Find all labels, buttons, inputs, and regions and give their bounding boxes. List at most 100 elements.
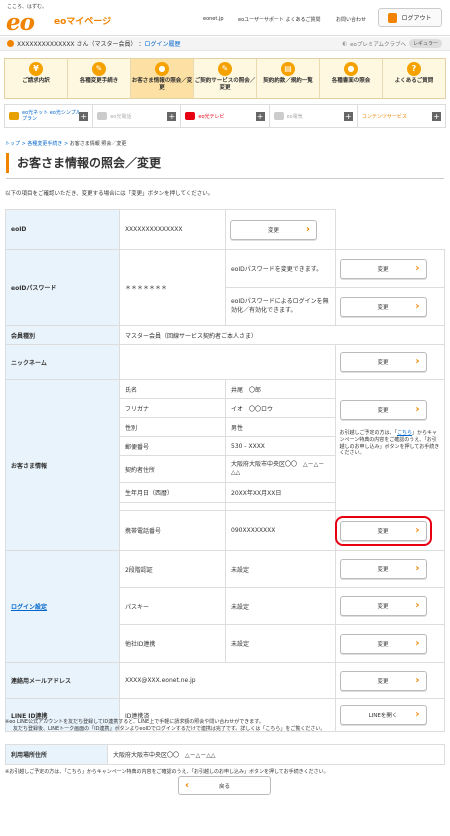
field-label: 他社ID連携 bbox=[118, 624, 227, 663]
expand-icon[interactable]: + bbox=[167, 112, 177, 121]
chevron-right-icon: › bbox=[415, 674, 420, 686]
row-label: eoID bbox=[5, 209, 120, 250]
menu-change-procedures[interactable]: ✎ 各種変更手続き bbox=[68, 59, 131, 98]
bottom-note: ※お引越しご予定の方は、「こちら」からキャンペーン特典の内容をご確認のうえ、「お… bbox=[5, 769, 329, 775]
change-password-button[interactable]: 変更 › bbox=[339, 258, 427, 279]
chevron-right-icon: › bbox=[415, 356, 420, 367]
back-label: 戻る bbox=[218, 783, 230, 790]
file-icon: ● bbox=[344, 62, 358, 76]
row-value: マスター会員（回線サービス契約者ご本人さま） bbox=[118, 325, 446, 345]
field-value: 井尾 〇郎 bbox=[225, 379, 336, 399]
moving-campaign-link[interactable]: こちら bbox=[397, 430, 412, 436]
member-level-badge: レギュラー bbox=[408, 39, 442, 48]
row-customer-name: お客さま情報 氏名 井尾 〇郎 変更 › お引越しご予定の方は、「こちら」からキャ… bbox=[5, 379, 446, 551]
service-eo-tv[interactable]: eo光テレビ + bbox=[181, 105, 270, 127]
service-label: eo光ネット eo光シンプルプラン bbox=[22, 110, 81, 122]
row-value: 大阪府大阪市中央区〇〇 △－△－△△ bbox=[107, 744, 445, 765]
lock-icon bbox=[388, 12, 398, 23]
chevron-right-icon: › bbox=[415, 404, 420, 415]
service-icon bbox=[185, 112, 196, 120]
button-label: 変更 bbox=[377, 567, 389, 573]
menu-customer-info[interactable]: ● お客さま情報の照会／変更 bbox=[131, 59, 194, 98]
menu-terms[interactable]: ▤ 契約約款／規約一覧 bbox=[257, 59, 320, 98]
field-value: 20XX年XX月XX日 bbox=[225, 482, 336, 503]
document-icon: ▤ bbox=[281, 62, 295, 76]
menu-billing[interactable]: ¥ ご請求内訳 bbox=[5, 59, 68, 98]
breadcrumb-top[interactable]: トップ bbox=[5, 141, 20, 147]
user-bar: XXXXXXXXXXXXXX さん（マスター会員） ： ログイン履歴 ◐ eoプ… bbox=[0, 37, 450, 51]
menu-label: お客さま情報の照会／変更 bbox=[131, 78, 193, 91]
breadcrumb-current: お客さま情報 照会／変更 bbox=[69, 141, 127, 147]
button-label: 変更 bbox=[377, 266, 389, 273]
chevron-right-icon: › bbox=[415, 637, 420, 649]
premium-club[interactable]: ◐ eoプレミアムクラブへ レギュラー bbox=[342, 39, 442, 48]
premium-link[interactable]: eoプレミアムクラブへ bbox=[350, 40, 406, 48]
menu-documents[interactable]: ● 各種書面の照会 bbox=[320, 59, 383, 98]
change-2fa-button[interactable]: 変更 › bbox=[339, 559, 427, 579]
row-nickname: ニックネーム 変更 › bbox=[5, 344, 446, 380]
service-icon bbox=[273, 112, 284, 120]
user-icon bbox=[7, 40, 14, 47]
customer-info-table: eoID XXXXXXXXXXXXXX 変更 › eoIDパスワード ＊＊＊＊＊＊… bbox=[5, 209, 446, 732]
service-eo-net[interactable]: eo光ネット eo光シンプルプラン + bbox=[5, 105, 94, 127]
back-button[interactable]: ‹ 戻る bbox=[178, 776, 271, 795]
expand-icon[interactable]: + bbox=[432, 112, 442, 121]
change-customer-info-button[interactable]: 変更 › bbox=[339, 400, 427, 420]
row-2fa: ログイン設定 2段階認証 未設定 変更 › bbox=[5, 550, 446, 663]
breadcrumb: トップ > 各種変更手続き > お客さま情報 照会／変更 bbox=[5, 141, 127, 147]
service-label: コンテンツサービス bbox=[361, 113, 407, 120]
expand-icon[interactable]: + bbox=[79, 112, 89, 121]
menu-label: 各種変更手続き bbox=[79, 78, 119, 84]
note-text: お引越しご予定の方は、「 bbox=[339, 430, 398, 436]
row-label: 連絡用メールアドレス bbox=[5, 662, 120, 699]
row-label: 会員種別 bbox=[5, 325, 120, 345]
change-eoid-button[interactable]: 変更 › bbox=[230, 219, 318, 240]
logout-button[interactable]: ログアウト bbox=[378, 8, 442, 27]
chevron-right-icon: › bbox=[415, 262, 420, 274]
login-settings-link[interactable]: ログイン設定 bbox=[11, 604, 47, 611]
change-passkey-button[interactable]: 変更 › bbox=[339, 596, 427, 616]
row-value: XXXX@XXX.eonet.ne.jp bbox=[118, 662, 336, 699]
chevron-right-icon: › bbox=[415, 563, 420, 574]
change-nickname-button[interactable]: 変更 › bbox=[339, 352, 427, 372]
field-value: 大阪府大阪市中央区〇〇 △－△－△△ bbox=[225, 455, 336, 483]
mypage-logo-text[interactable]: eoマイページ bbox=[54, 14, 111, 27]
title-divider bbox=[6, 178, 444, 179]
chevron-right-icon: › bbox=[415, 300, 420, 312]
service-contents[interactable]: コンテンツサービス + bbox=[358, 105, 445, 127]
field-value: 530 - XXXX bbox=[225, 436, 336, 456]
breadcrumb-change[interactable]: 各種変更手続き bbox=[27, 141, 62, 147]
menu-label: 契約約款／規約一覧 bbox=[263, 78, 313, 84]
change-other-id-button[interactable]: 変更 › bbox=[339, 633, 427, 654]
header-link-support[interactable]: eoユーザーサポート よくあるご質問 bbox=[238, 16, 321, 23]
eo-logo[interactable]: eo bbox=[6, 9, 35, 36]
row-label: eoIDパスワード bbox=[5, 249, 120, 326]
field-value: 090XXXXXXXX bbox=[225, 510, 336, 551]
header-link-contact[interactable]: お問い合わせ bbox=[336, 16, 366, 23]
row-label: 利用場所住所 bbox=[5, 744, 108, 765]
service-icon bbox=[97, 112, 108, 120]
expand-icon[interactable]: + bbox=[343, 112, 353, 121]
row-label: お客さま情報 bbox=[5, 379, 120, 551]
button-label: 変更 bbox=[377, 678, 389, 685]
expand-icon[interactable]: + bbox=[255, 112, 265, 121]
menu-label: 各種書面の照会 bbox=[331, 78, 371, 84]
question-icon: ? bbox=[407, 62, 421, 76]
row-eoid: eoID XXXXXXXXXXXXXX 変更 › bbox=[5, 209, 445, 250]
usage-address-table: 利用場所住所 大阪府大阪市中央区〇〇 △－△－△△ bbox=[5, 744, 445, 765]
field-label: フリガナ bbox=[118, 398, 227, 418]
menu-contract-services[interactable]: ✎ ご契約サービスの照会／変更 bbox=[194, 59, 257, 98]
service-icon bbox=[9, 112, 19, 120]
menu-faq[interactable]: ? よくあるご質問 bbox=[383, 59, 445, 98]
menu-label: ご請求内訳 bbox=[22, 78, 50, 84]
service-eo-phone[interactable]: eo光電話 + bbox=[93, 105, 182, 127]
password-desc-2: eoIDパスワードによるログインを無効化／有効化できます。 bbox=[225, 287, 336, 326]
change-mobile-phone-button[interactable]: 変更 › bbox=[334, 515, 432, 546]
field-label: 生年月日（西暦） bbox=[118, 482, 227, 503]
change-password-login-button[interactable]: 変更 › bbox=[339, 296, 427, 317]
row-value: XXXXXXXXXXXXXX bbox=[118, 209, 227, 250]
service-eo-electric[interactable]: eo電気 + bbox=[270, 105, 358, 127]
change-email-button[interactable]: 変更 › bbox=[339, 670, 427, 691]
login-history-link[interactable]: ログイン履歴 bbox=[144, 39, 180, 48]
header-link-eonet[interactable]: eonet.jp bbox=[203, 16, 224, 22]
